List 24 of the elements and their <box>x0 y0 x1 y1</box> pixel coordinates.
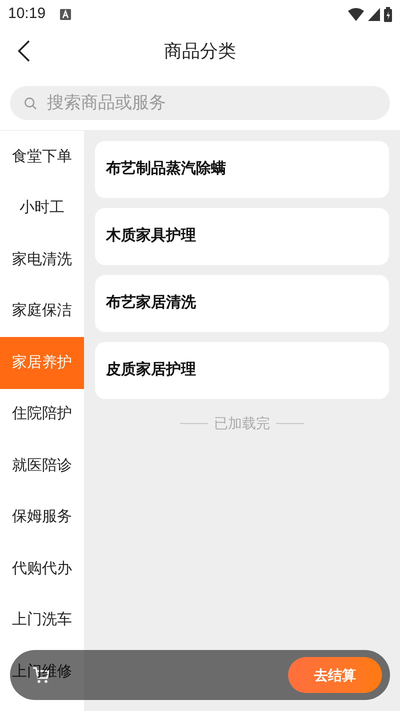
status-time: 10:19 <box>8 4 46 24</box>
category-item[interactable]: 代购代办 <box>0 543 84 594</box>
product-card[interactable]: 木质家具护理 <box>95 208 389 265</box>
category-item[interactable]: 小时工 <box>0 182 84 234</box>
product-card[interactable]: 布艺家居清洗 <box>95 275 389 332</box>
wifi-icon <box>348 8 364 20</box>
category-item[interactable]: 上门洗车 <box>0 594 84 646</box>
list-end-text: 已加载完 <box>214 414 270 433</box>
search-input[interactable]: 搜索商品或服务 <box>47 90 376 116</box>
product-card[interactable]: 皮质家居护理 <box>95 342 389 399</box>
product-card[interactable]: 布艺制品蒸汽除螨 <box>95 141 389 198</box>
category-item[interactable]: 家庭保洁 <box>0 286 84 337</box>
search-field[interactable]: 搜索商品或服务 <box>10 86 390 120</box>
category-item[interactable]: 家电清洗 <box>0 234 84 286</box>
battery-icon <box>384 6 392 22</box>
search-icon <box>24 96 37 110</box>
signal-icon <box>368 8 380 20</box>
category-item[interactable]: 食堂下单 <box>0 131 84 182</box>
category-item[interactable]: 住院陪护 <box>0 388 84 440</box>
notification-icon <box>60 8 71 20</box>
page-title: 商品分类 <box>164 40 236 62</box>
category-item[interactable]: 保姆服务 <box>0 492 84 543</box>
back-icon <box>18 40 30 62</box>
category-item[interactable]: 就医陪诊 <box>0 440 84 492</box>
